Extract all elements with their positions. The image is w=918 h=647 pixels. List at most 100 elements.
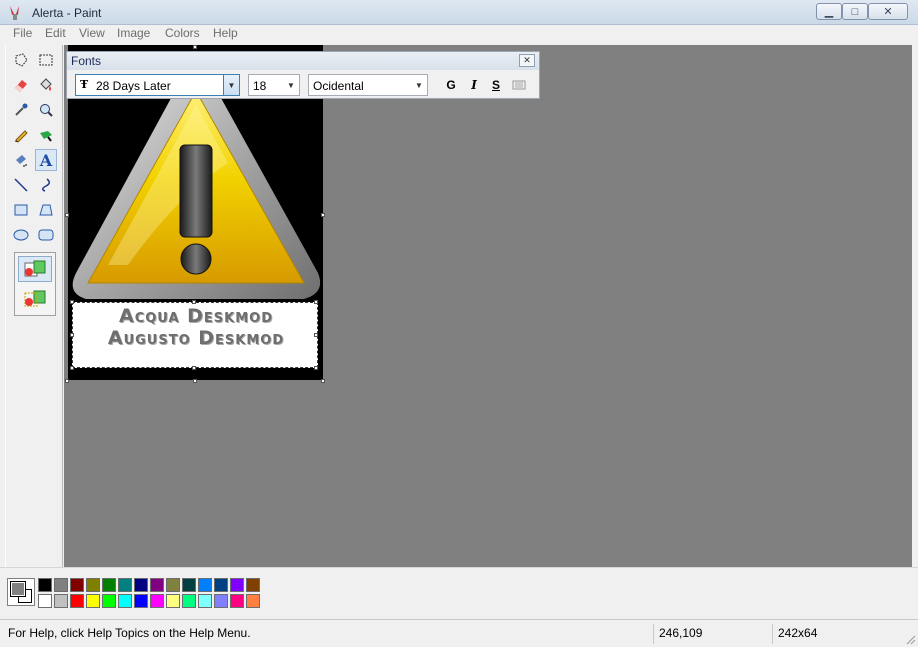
- chevron-down-icon[interactable]: ▼: [411, 75, 427, 95]
- palette-swatch[interactable]: [134, 594, 148, 608]
- palette-swatch[interactable]: [198, 594, 212, 608]
- palette-swatch[interactable]: [86, 594, 100, 608]
- minimize-button[interactable]: ▁: [816, 3, 842, 20]
- fonts-toolbar-close-icon[interactable]: ✕: [519, 54, 535, 67]
- italic-button[interactable]: I: [465, 76, 483, 94]
- font-size-value: 18: [253, 79, 267, 93]
- font-size-combo[interactable]: 18 ▼: [248, 74, 300, 96]
- eraser-tool[interactable]: [10, 74, 32, 96]
- fonts-toolbar: Fonts ✕ Ŧ 28 Days Later ▼ 18 ▼ Ocidental…: [66, 51, 540, 99]
- canvas-area[interactable]: Acqua Deskmod Augusto Deskmod: [64, 45, 912, 567]
- textbox-handle[interactable]: [192, 300, 196, 304]
- airbrush-icon: [16, 155, 27, 167]
- airbrush-tool[interactable]: [10, 149, 32, 171]
- textbox-handle[interactable]: [192, 366, 196, 370]
- palette-swatch[interactable]: [118, 594, 132, 608]
- menu-bar: File Edit View Image Colors Help: [0, 25, 918, 44]
- polygon-tool[interactable]: [35, 199, 57, 221]
- color-picker-tool[interactable]: [10, 99, 32, 121]
- chevron-down-icon[interactable]: ▼: [283, 75, 299, 95]
- vertical-text-button[interactable]: [510, 76, 528, 94]
- menu-file[interactable]: File: [13, 26, 32, 40]
- font-script-combo[interactable]: Ocidental ▼: [308, 74, 428, 96]
- palette-swatch[interactable]: [166, 578, 180, 592]
- resize-grip-icon[interactable]: [904, 633, 916, 645]
- menu-edit[interactable]: Edit: [45, 26, 66, 40]
- textbox-handle[interactable]: [70, 333, 74, 337]
- palette-swatch[interactable]: [102, 594, 116, 608]
- rectangle-tool[interactable]: [10, 199, 32, 221]
- truetype-font-icon: Ŧ: [80, 78, 89, 91]
- font-name-combo[interactable]: Ŧ 28 Days Later ▼: [75, 74, 240, 96]
- palette-swatch[interactable]: [54, 594, 68, 608]
- vertical-text-icon: [512, 80, 526, 90]
- paint-app-icon: [10, 6, 19, 20]
- palette-swatch[interactable]: [214, 578, 228, 592]
- line-tool[interactable]: [10, 174, 32, 196]
- palette-swatch[interactable]: [150, 594, 164, 608]
- textbox-handle[interactable]: [314, 300, 318, 304]
- palette-swatch[interactable]: [150, 578, 164, 592]
- palette-swatch[interactable]: [230, 594, 244, 608]
- pencil-tool[interactable]: [10, 124, 32, 146]
- foreground-color[interactable]: [10, 581, 26, 597]
- canvas-resize-handle[interactable]: [65, 213, 69, 217]
- color-palette: [0, 567, 918, 619]
- menu-help[interactable]: Help: [213, 26, 238, 40]
- palette-swatch[interactable]: [230, 578, 244, 592]
- palette-swatch[interactable]: [70, 594, 84, 608]
- canvas-resize-handle[interactable]: [65, 379, 69, 383]
- brush-tool[interactable]: [35, 124, 57, 146]
- textbox-handle[interactable]: [70, 366, 74, 370]
- underline-button[interactable]: S: [487, 76, 505, 94]
- fonts-toolbar-header[interactable]: Fonts ✕: [67, 52, 539, 70]
- menu-colors[interactable]: Colors: [165, 26, 200, 40]
- textbox-handle[interactable]: [314, 333, 318, 337]
- canvas-text-line-1: Acqua Deskmod: [119, 305, 273, 327]
- palette-swatch[interactable]: [70, 578, 84, 592]
- palette-swatch[interactable]: [166, 594, 180, 608]
- palette-swatch[interactable]: [214, 594, 228, 608]
- rounded-rectangle-tool[interactable]: [35, 224, 57, 246]
- current-colors[interactable]: [7, 578, 35, 606]
- text-tool-icon: A: [39, 150, 53, 170]
- free-select-tool[interactable]: [10, 49, 32, 71]
- text-tool[interactable]: A: [35, 149, 57, 171]
- close-button[interactable]: ✕: [868, 3, 908, 20]
- palette-swatch[interactable]: [54, 578, 68, 592]
- font-name-value: 28 Days Later: [96, 79, 171, 93]
- transparent-background-option[interactable]: [18, 286, 52, 312]
- palette-swatch[interactable]: [102, 578, 116, 592]
- bold-button[interactable]: G: [442, 76, 460, 94]
- menu-image[interactable]: Image: [117, 26, 150, 40]
- palette-swatch[interactable]: [118, 578, 132, 592]
- palette-swatch[interactable]: [246, 578, 260, 592]
- palette-swatch[interactable]: [38, 594, 52, 608]
- opaque-background-option[interactable]: [18, 256, 52, 282]
- palette-swatch[interactable]: [86, 578, 100, 592]
- palette-swatch[interactable]: [182, 578, 196, 592]
- maximize-button[interactable]: □: [842, 3, 868, 20]
- palette-swatch[interactable]: [38, 578, 52, 592]
- canvas-resize-handle[interactable]: [321, 379, 325, 383]
- textbox-handle[interactable]: [314, 366, 318, 370]
- palette-swatch[interactable]: [182, 594, 196, 608]
- palette-swatch[interactable]: [134, 578, 148, 592]
- canvas-resize-handle[interactable]: [321, 213, 325, 217]
- canvas-resize-handle[interactable]: [193, 379, 197, 383]
- rect-select-tool[interactable]: [35, 49, 57, 71]
- chevron-down-icon[interactable]: ▼: [223, 75, 239, 95]
- transparent-mode-icon: [24, 290, 46, 307]
- curve-tool[interactable]: [35, 174, 57, 196]
- textbox-handle[interactable]: [70, 300, 74, 304]
- window-title: Alerta - Paint: [32, 6, 102, 20]
- menu-view[interactable]: View: [79, 26, 105, 40]
- fill-bucket-tool[interactable]: [35, 74, 57, 96]
- text-box[interactable]: Acqua Deskmod Augusto Deskmod: [72, 302, 318, 368]
- tool-options-panel: [14, 252, 56, 316]
- palette-swatch[interactable]: [246, 594, 260, 608]
- magnifier-tool[interactable]: [35, 99, 57, 121]
- ellipse-tool[interactable]: [10, 224, 32, 246]
- palette-swatch[interactable]: [198, 578, 212, 592]
- canvas-resize-handle[interactable]: [193, 45, 197, 49]
